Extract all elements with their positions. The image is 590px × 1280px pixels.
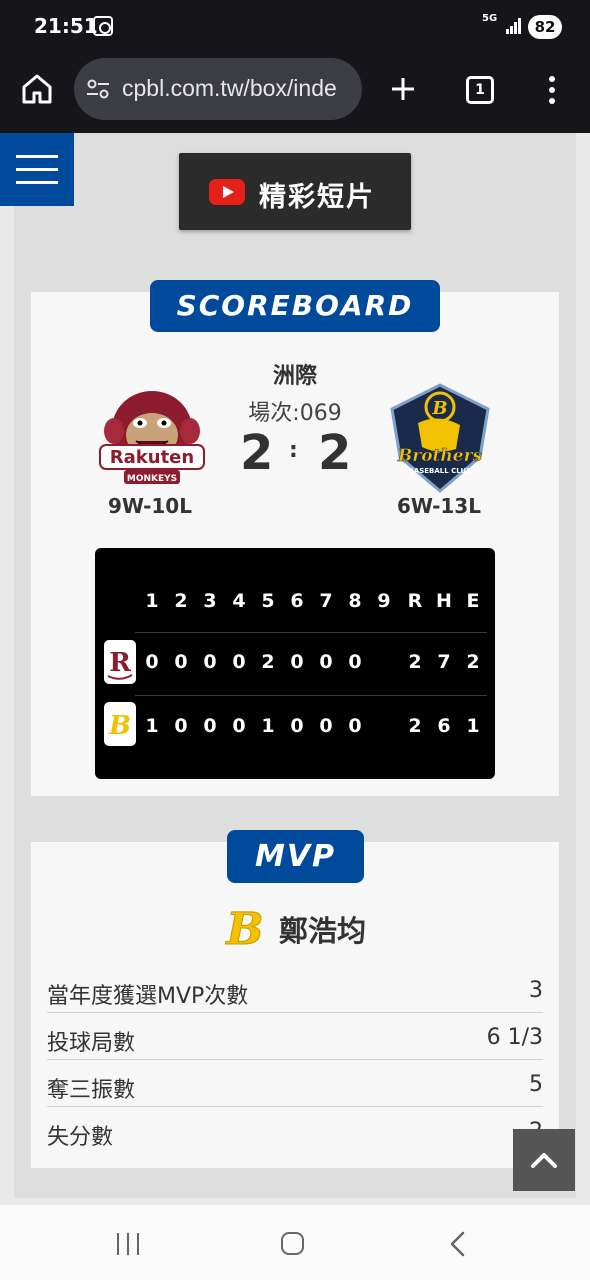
mvp-player-name: 鄭浩均 [279, 914, 367, 948]
score-separator: : [289, 438, 298, 463]
brothers-badge-icon: B [104, 702, 136, 746]
inning-score-cell: 0 [232, 651, 246, 673]
line-score-header: 1 [145, 590, 159, 612]
line-score-header: 7 [319, 590, 333, 612]
hamburger-menu-icon[interactable] [0, 133, 74, 206]
inning-score-cell: 0 [145, 651, 159, 673]
away-team-record: 9W-10L [108, 494, 192, 518]
svg-text:Rakuten: Rakuten [110, 447, 194, 468]
svg-text:B: B [431, 398, 447, 419]
svg-text:B: B [108, 711, 131, 741]
browser-chrome: 21:51 5G 82 cpbl.com.tw/box/inde 1 [0, 0, 590, 133]
mvp-stat-row: 失分數 2 [47, 1107, 543, 1154]
inning-score-cell: 0 [290, 715, 304, 737]
screenshot-icon [93, 16, 113, 36]
site-settings-icon[interactable] [86, 78, 110, 100]
home-icon[interactable] [18, 70, 56, 108]
inning-score-cell: 0 [348, 715, 362, 737]
rakuten-monkeys-logo[interactable]: Rakuten MONKEYS [92, 383, 212, 493]
inning-score-cell: 0 [174, 651, 188, 673]
inning-score-cell: 0 [203, 651, 217, 673]
svg-text:R: R [109, 648, 131, 678]
network-label: 5G [482, 13, 498, 24]
venue-label: 洲際 [272, 364, 317, 389]
line-score-header: 5 [261, 590, 275, 612]
stat-value: 6 1/3 [486, 1025, 543, 1050]
stat-label: 失分數 [47, 1125, 114, 1150]
line-score-header: 3 [203, 590, 217, 612]
inning-score-cell: 0 [290, 651, 304, 673]
line-score-header: 9 [377, 590, 391, 612]
highlights-label: 精彩短片 [259, 182, 375, 213]
inning-score-cell: 0 [348, 651, 362, 673]
scoreboard-heading: SCOREBOARD [150, 280, 440, 332]
recent-apps-icon[interactable] [115, 1233, 141, 1255]
tab-switcher-button[interactable]: 1 [466, 76, 494, 104]
inning-score-cell: 0 [174, 715, 188, 737]
line-score-header: 6 [290, 590, 304, 612]
new-tab-icon[interactable] [384, 70, 422, 108]
system-home-icon[interactable] [281, 1232, 304, 1255]
mvp-player[interactable]: B 鄭浩均 [223, 902, 383, 956]
battery-indicator: 82 [528, 15, 562, 39]
signal-icon [506, 18, 522, 34]
url-bar[interactable]: cpbl.com.tw/box/inde [74, 58, 362, 120]
home-team-record: 6W-13L [397, 494, 481, 518]
system-nav-bar [0, 1205, 590, 1280]
total-e-cell: 1 [466, 715, 480, 737]
total-h-cell: 6 [437, 715, 451, 737]
svg-text:BASEBALL CLUB: BASEBALL CLUB [408, 467, 471, 475]
svg-text:MONKEYS: MONKEYS [127, 474, 177, 484]
url-text[interactable]: cpbl.com.tw/box/inde [122, 75, 337, 102]
line-score-header: 4 [232, 590, 246, 612]
brothers-logo[interactable]: B Brothers BASEBALL CLUB [380, 383, 500, 493]
total-r-cell: 2 [408, 715, 422, 737]
home-score: 2 [318, 425, 352, 481]
total-e-cell: 2 [466, 651, 480, 673]
inning-score-cell: 1 [145, 715, 159, 737]
stat-label: 奪三振數 [47, 1078, 136, 1103]
stat-value: 5 [529, 1072, 543, 1097]
line-score-header: H [436, 590, 452, 612]
stat-label: 當年度獲選MVP次數 [47, 984, 249, 1009]
line-score-header: R [407, 590, 423, 612]
total-r-cell: 2 [408, 651, 422, 673]
line-score-header: E [466, 590, 480, 612]
line-score-header: 2 [174, 590, 188, 612]
inning-score-cell: 0 [319, 651, 333, 673]
game-number: 場次:069 [248, 401, 342, 426]
back-icon[interactable] [446, 1231, 470, 1257]
inning-score-cell: 0 [319, 715, 333, 737]
svg-text:B: B [224, 904, 263, 954]
status-time: 21:51 [34, 14, 98, 38]
brothers-logo-icon: B [223, 902, 269, 958]
scroll-to-top-button[interactable] [513, 1129, 575, 1191]
more-menu-icon[interactable] [540, 72, 564, 108]
stat-label: 投球局數 [47, 1031, 136, 1056]
mvp-stat-row: 奪三振數 5 [47, 1060, 543, 1107]
chevron-up-icon [531, 1153, 557, 1168]
inning-score-cell: 1 [261, 715, 275, 737]
inning-score-cell: 2 [261, 651, 275, 673]
inning-score-cell: 0 [203, 715, 217, 737]
line-score-header: 8 [348, 590, 362, 612]
row-divider [135, 695, 487, 696]
inning-score-cell: 0 [232, 715, 246, 737]
highlights-button[interactable]: 精彩短片 [179, 153, 411, 230]
youtube-icon [209, 179, 245, 205]
row-divider [135, 632, 487, 633]
total-h-cell: 7 [437, 651, 451, 673]
stat-value: 3 [529, 978, 543, 1003]
rakuten-badge-icon: R [104, 640, 136, 684]
mvp-stat-row: 當年度獲選MVP次數 3 [47, 966, 543, 1013]
svg-text:Brothers: Brothers [397, 446, 483, 466]
mvp-stat-row: 投球局數 6 1/3 [47, 1013, 543, 1060]
line-score-table: R B 123456789RHE0000200027210001000261 [95, 548, 495, 779]
mvp-heading: MVP [227, 830, 364, 883]
away-score: 2 [240, 425, 274, 481]
